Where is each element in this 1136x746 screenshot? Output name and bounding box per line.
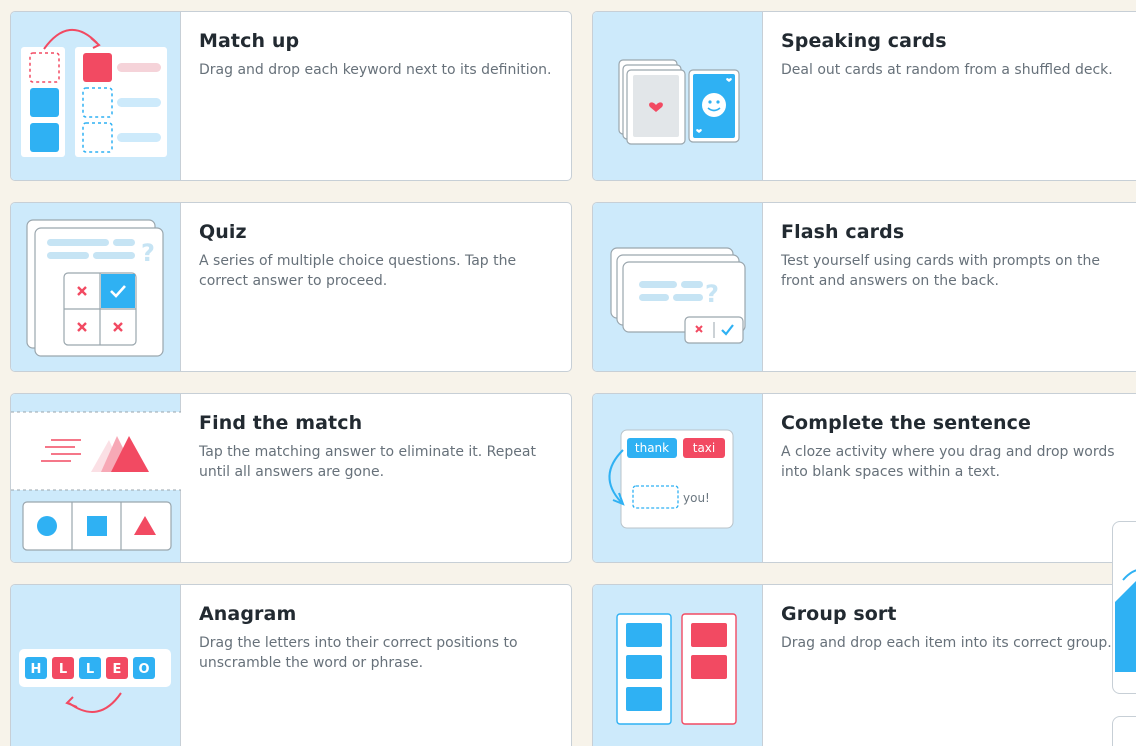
side-panel-tab-lower[interactable]: [1112, 716, 1136, 746]
quiz-illustration: ?: [26, 219, 164, 357]
activity-description: Test yourself using cards with prompts o…: [781, 253, 1101, 289]
activity-title: Match up: [199, 30, 300, 52]
activity-description: Drag and drop each item into its correct…: [781, 635, 1112, 651]
anagram-thumbnail: H L L E O: [11, 585, 181, 746]
sentence-word-taxi: taxi: [693, 441, 716, 455]
sentence-tail: you!: [683, 491, 710, 505]
activity-card-anagram[interactable]: H L L E O Anagram Drag the letters into …: [10, 584, 572, 746]
anagram-letter: E: [113, 662, 122, 677]
activity-description: Tap the matching answer to eliminate it.…: [199, 444, 536, 480]
activity-description: Deal out cards at random from a shuffled…: [781, 62, 1113, 78]
activity-grid: Match up Drag and drop each keyword next…: [0, 0, 1136, 746]
activity-card-find-the-match[interactable]: Find the match Tap the matching answer t…: [10, 393, 572, 563]
side-panel-tab[interactable]: [1112, 521, 1136, 694]
activity-description: Drag and drop each keyword next to its d…: [199, 62, 552, 78]
complete-the-sentence-thumbnail: thank taxi you!: [593, 394, 763, 562]
anagram-letter: L: [59, 662, 67, 677]
sentence-word-thank: thank: [635, 441, 669, 455]
anagram-letter: H: [31, 662, 42, 677]
activity-description: Drag the letters into their correct posi…: [199, 635, 518, 671]
flash-cards-thumbnail: ?: [593, 203, 763, 371]
speaking-cards-illustration: [618, 59, 740, 145]
speaking-cards-thumbnail: [593, 12, 763, 180]
anagram-letter: L: [86, 662, 94, 677]
activity-card-match-up[interactable]: Match up Drag and drop each keyword next…: [10, 11, 572, 181]
quiz-thumbnail: ?: [11, 203, 181, 371]
group-sort-thumbnail: [593, 585, 763, 746]
activity-title: Speaking cards: [781, 30, 947, 52]
activity-card-complete-the-sentence[interactable]: thank taxi you! Complete the sentence A …: [592, 393, 1136, 563]
match-up-thumbnail: [11, 12, 181, 180]
activity-title: Complete the sentence: [781, 412, 1031, 434]
activity-card-quiz[interactable]: ? Quiz A series of multiple choice quest…: [10, 202, 572, 372]
activity-title: Find the match: [199, 412, 363, 434]
svg-text:?: ?: [141, 239, 155, 267]
group-sort-illustration: [616, 613, 737, 725]
anagram-illustration: H L L E O: [19, 649, 171, 713]
activity-card-flash-cards[interactable]: ? Flash cards Test yourself using cards …: [592, 202, 1136, 372]
activity-title: Anagram: [199, 603, 297, 625]
find-the-match-thumbnail: [11, 394, 181, 562]
activity-title: Flash cards: [781, 221, 905, 243]
activity-card-group-sort[interactable]: Group sort Drag and drop each item into …: [592, 584, 1136, 746]
match-up-illustration: [21, 28, 167, 157]
activity-description: A series of multiple choice questions. T…: [199, 253, 517, 289]
svg-text:?: ?: [705, 280, 719, 308]
activity-title: Group sort: [781, 603, 897, 625]
side-panel-illustration: [1115, 569, 1136, 672]
activity-title: Quiz: [199, 221, 247, 243]
anagram-letter: O: [138, 662, 149, 677]
complete-the-sentence-illustration: thank taxi you!: [608, 429, 734, 529]
flash-cards-illustration: ?: [610, 247, 746, 344]
find-the-match-illustration: [11, 411, 181, 551]
activity-card-speaking-cards[interactable]: Speaking cards Deal out cards at random …: [592, 11, 1136, 181]
activity-description: A cloze activity where you drag and drop…: [781, 444, 1115, 480]
